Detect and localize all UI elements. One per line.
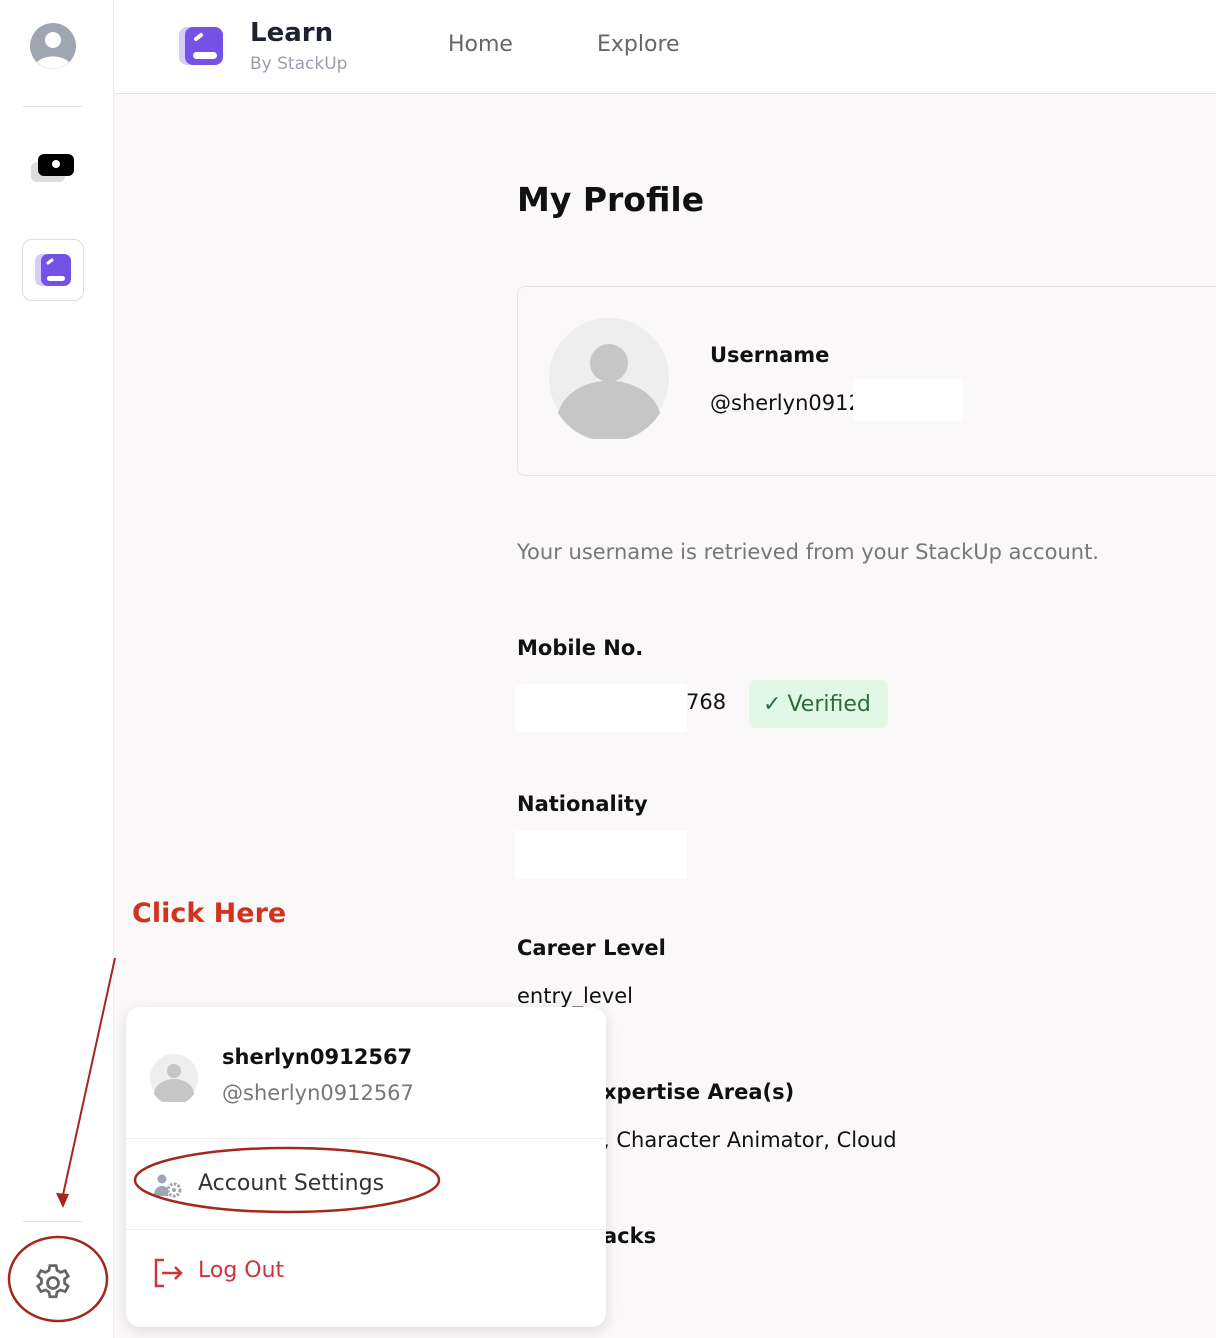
username-value: @sherlyn0912 (710, 391, 862, 415)
username-label: Username (710, 343, 830, 367)
username-note: Your username is retrieved from your Sta… (517, 540, 1099, 564)
divider (23, 1221, 83, 1222)
mobile-label: Mobile No. (517, 636, 644, 660)
account-settings-label: Account Settings (198, 1171, 385, 1196)
app-subtitle: By StackUp (250, 54, 348, 74)
logout-icon (154, 1258, 183, 1288)
check-icon: ✓ (763, 691, 782, 717)
learn-app-icon (35, 254, 71, 286)
career-value: entry_level (517, 984, 633, 1008)
nav-explore[interactable]: Explore (597, 32, 680, 57)
account-settings-item[interactable]: Account Settings (126, 1139, 606, 1229)
redaction (853, 379, 963, 421)
verified-text: Verified (787, 691, 871, 717)
toggle-icon[interactable] (30, 152, 76, 184)
career-label: Career Level (517, 936, 666, 960)
divider (23, 106, 83, 107)
user-avatar-icon[interactable] (28, 21, 78, 71)
menu-name: sherlyn0912567 (222, 1045, 413, 1069)
logout-label: Log Out (198, 1258, 285, 1283)
mobile-value: 768 (686, 690, 727, 714)
profile-avatar (549, 318, 669, 439)
menu-avatar (150, 1054, 198, 1102)
verified-badge: ✓ Verified (749, 680, 888, 728)
nationality-label: Nationality (517, 792, 648, 816)
redaction (515, 684, 687, 732)
app-title: Learn (250, 18, 334, 48)
learn-app-button[interactable] (22, 239, 84, 301)
expertise-label: xpertise Area(s) (603, 1080, 795, 1104)
user-gear-icon (154, 1174, 182, 1198)
settings-icon[interactable] (31, 1261, 75, 1305)
user-menu: sherlyn0912567 @sherlyn0912567 Account S… (126, 1007, 606, 1327)
tracks-label: acks (603, 1224, 657, 1248)
annotation-click-here: Click Here (132, 898, 287, 929)
sidebar (0, 0, 114, 1338)
redaction (515, 831, 687, 879)
menu-handle: @sherlyn0912567 (222, 1081, 414, 1105)
learn-logo-icon (179, 27, 223, 65)
nav-home[interactable]: Home (448, 32, 513, 57)
logout-item[interactable]: Log Out (126, 1230, 606, 1320)
profile-card: Username @sherlyn0912 (517, 286, 1216, 476)
page-title: My Profile (517, 180, 705, 219)
expertise-value: , Character Animator, Cloud (603, 1128, 897, 1152)
